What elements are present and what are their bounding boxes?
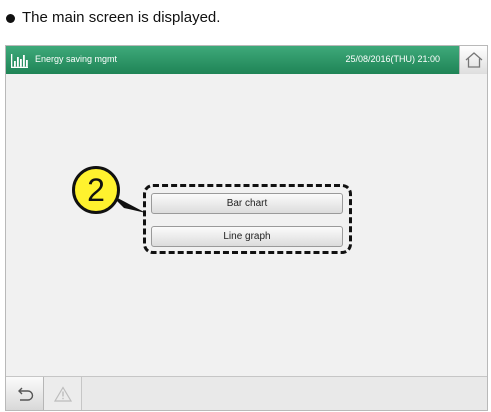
home-icon [465, 52, 482, 68]
title-bar: Energy saving mgmt 25/08/2016(THU) 21:00 [6, 46, 465, 74]
caption: The main screen is displayed. [6, 9, 220, 27]
app-title: Energy saving mgmt [35, 54, 118, 64]
caption-text: The main screen is displayed. [22, 9, 221, 26]
device-screen: Energy saving mgmt 25/08/2016(THU) 21:00… [5, 45, 488, 411]
warning-icon [53, 385, 72, 402]
return-arrow-icon [17, 387, 33, 401]
home-button[interactable] [459, 46, 487, 74]
bottom-toolbar [6, 376, 487, 410]
bar-chart-button[interactable]: Bar chart [151, 193, 343, 214]
step-number-marker: 2 [72, 166, 120, 214]
bullet-icon [6, 13, 15, 23]
back-button[interactable] [6, 377, 44, 410]
line-graph-button[interactable]: Line graph [151, 226, 343, 247]
bar-chart-icon [11, 54, 28, 68]
main-content: Bar chart Line graph 2 [6, 74, 487, 377]
warning-button[interactable] [44, 377, 82, 410]
date-time: 25/08/2016(THU) 21:00 [345, 54, 440, 64]
